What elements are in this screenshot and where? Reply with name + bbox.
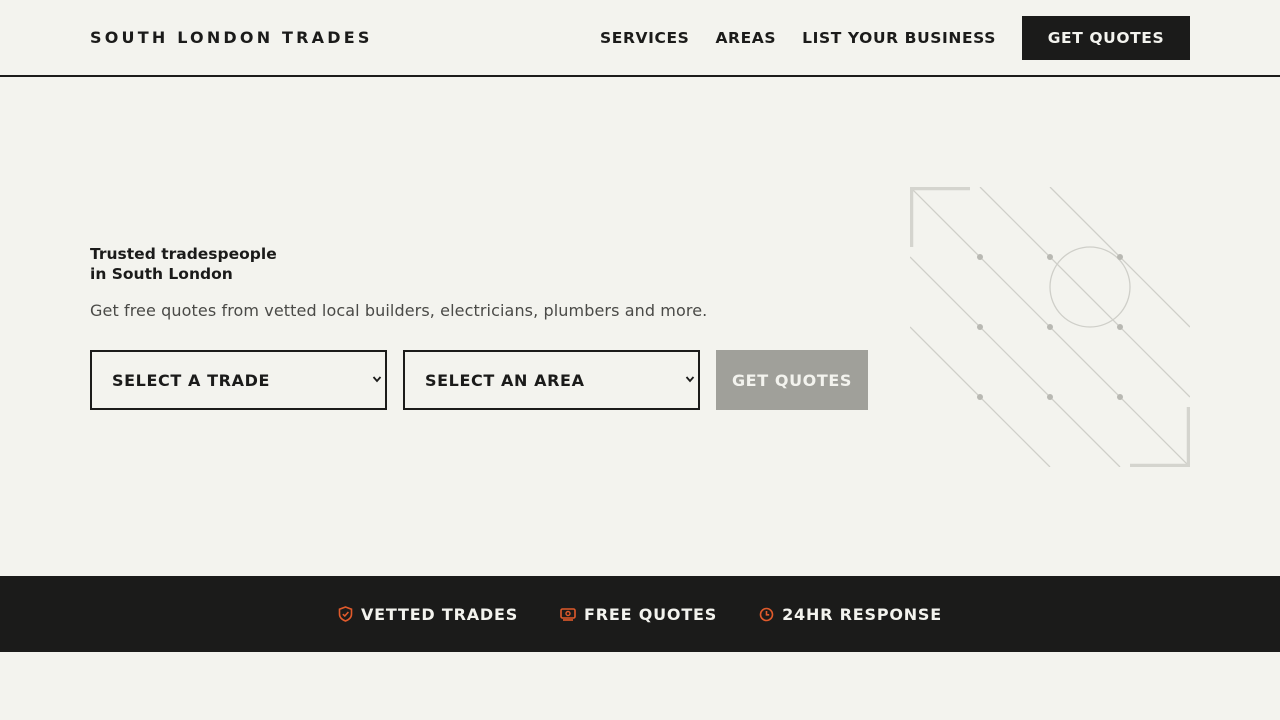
trade-select[interactable]: SELECT A TRADE <box>90 350 387 410</box>
site-header: SOUTH LONDON TRADES SERVICES AREAS LIST … <box>0 0 1280 77</box>
hero-get-quotes-button[interactable]: GET QUOTES <box>716 350 868 410</box>
clock-icon <box>759 607 774 621</box>
feature-label: VETTED TRADES <box>361 604 519 624</box>
chevron-down-icon <box>685 376 695 383</box>
brand-logo[interactable]: SOUTH LONDON TRADES <box>90 28 373 48</box>
hero-subtitle: Get free quotes from vetted local builde… <box>90 301 708 320</box>
feature-vetted-trades: VETTED TRADES <box>338 605 518 624</box>
shield-check-icon <box>338 606 353 622</box>
hero-title-line-2: in South London <box>90 265 233 283</box>
header-get-quotes-button[interactable]: GET QUOTES <box>1022 16 1190 60</box>
hero-title: Trusted tradespeople in South London <box>90 244 350 284</box>
feature-label: 24HR RESPONSE <box>782 604 942 624</box>
area-select-value: SELECT AN AREA <box>425 370 585 390</box>
nav-link-services[interactable]: SERVICES <box>600 29 689 47</box>
chevron-down-icon <box>372 376 382 383</box>
decorative-pattern-graphic <box>910 187 1190 467</box>
feature-label: FREE QUOTES <box>584 604 718 624</box>
quote-ticket-icon <box>560 608 576 621</box>
hero-title-line-1: Trusted tradespeople <box>90 245 277 263</box>
area-select[interactable]: SELECT AN AREA <box>403 350 700 410</box>
feature-free-quotes: FREE QUOTES <box>560 605 717 624</box>
features-band: VETTED TRADES FREE QUOTES 24HR RESPONSE <box>0 576 1280 652</box>
nav-link-list-your-business[interactable]: LIST YOUR BUSINESS <box>802 29 996 47</box>
nav-link-areas[interactable]: AREAS <box>715 29 776 47</box>
main-nav: SERVICES AREAS LIST YOUR BUSINESS GET QU… <box>600 16 1190 60</box>
trade-select-value: SELECT A TRADE <box>112 370 270 390</box>
feature-24hr-response: 24HR RESPONSE <box>759 605 942 624</box>
